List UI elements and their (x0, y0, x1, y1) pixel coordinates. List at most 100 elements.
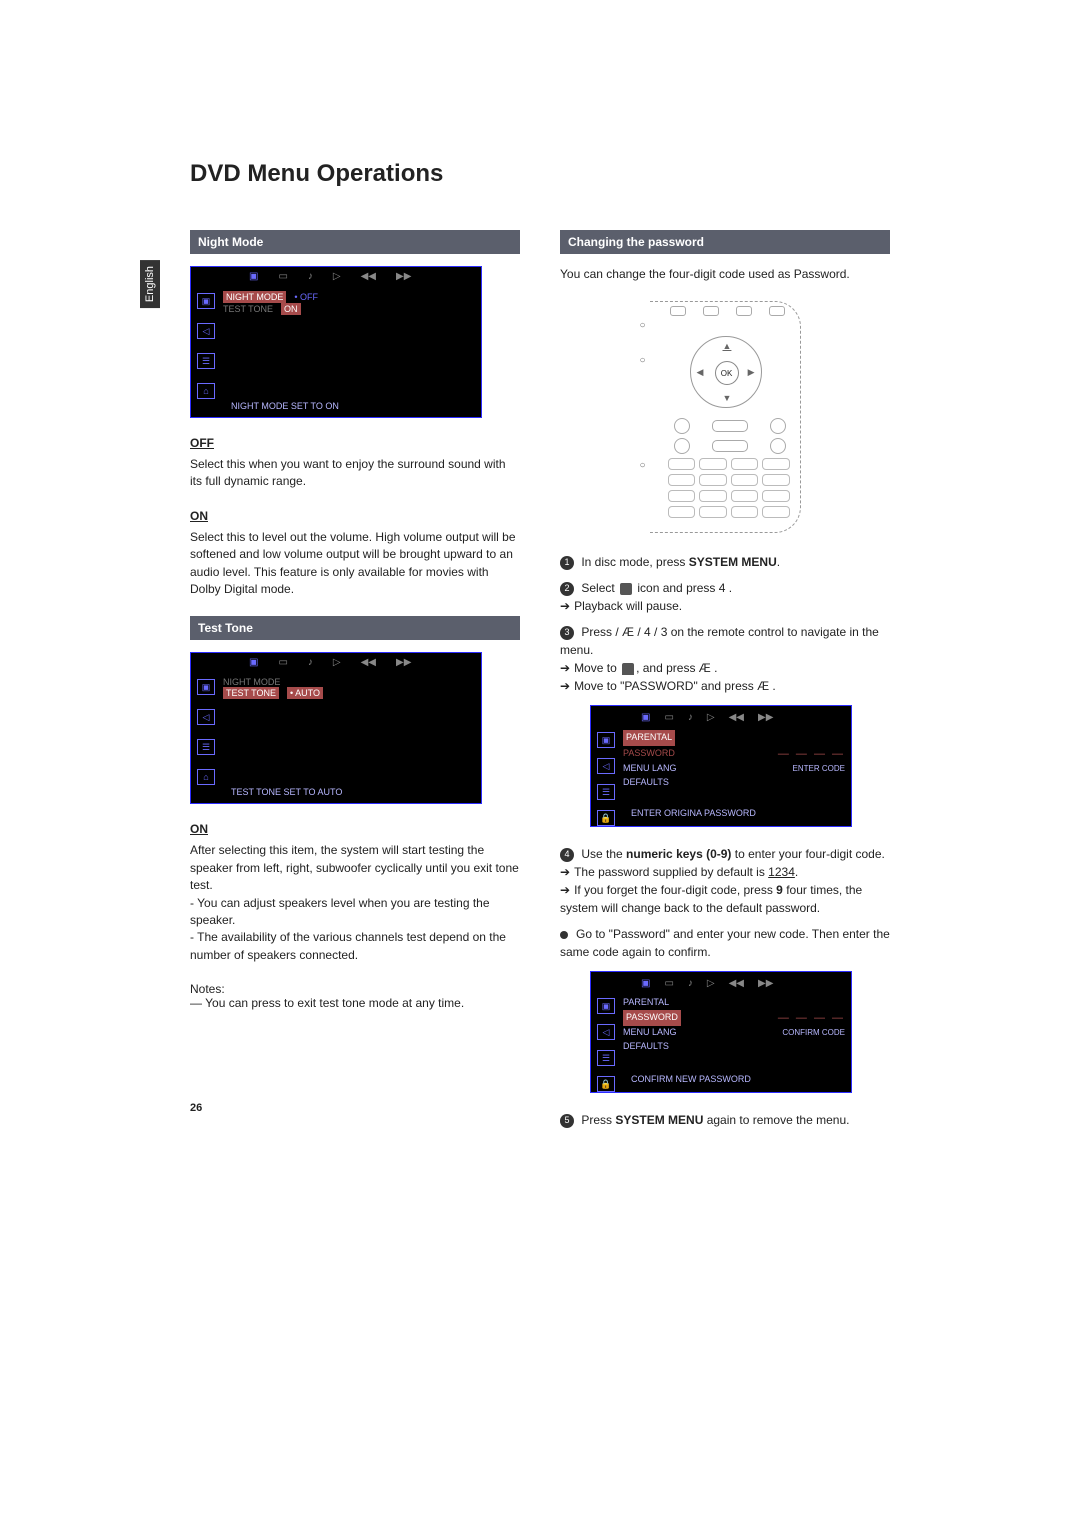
play-icon: ▷ (707, 710, 715, 724)
play-icon: ▷ (333, 657, 341, 671)
person-icon: ▣ (249, 657, 258, 671)
osd-side-icons: ▣ ◁ ☰ ⌂ (197, 293, 217, 399)
rewind-icon: ◀◀ (729, 710, 744, 724)
arrow-icon: ➔ (560, 677, 570, 695)
side-icon-1: ▣ (597, 732, 615, 748)
bullet-icon (560, 931, 568, 939)
arrow-right-icon: ▶ (748, 367, 755, 378)
person-icon: ▣ (249, 271, 258, 285)
columns: Night Mode ▣ ▭ ♪ ▷ ◀◀ ▶▶ ▣ ◁ ☰ ⌂ (190, 224, 890, 1137)
step-5: 5 Press SYSTEM MENU again to remove the … (560, 1111, 890, 1129)
side-icon-4: ⌂ (197, 383, 215, 399)
lock-icon: 🔒 (597, 810, 615, 826)
forward-icon: ▶▶ (396, 271, 411, 285)
text-on: Select this to level out the volume. Hig… (190, 529, 520, 599)
step-1: 1 In disc mode, press SYSTEM MENU. (560, 553, 890, 571)
rewind-icon: ◀◀ (729, 976, 744, 990)
play-icon: ▷ (707, 976, 715, 990)
notes-block: Notes: — You can press to exit test tone… (190, 982, 520, 1010)
osd-test-tone: ▣ ▭ ♪ ▷ ◀◀ ▶▶ ▣ ◁ ☰ ⌂ NIGHT MODE (190, 652, 482, 804)
subhead-off: OFF (190, 436, 520, 450)
osd-status-night: NIGHT MODE SET TO ON (231, 401, 339, 411)
forward-icon: ▶▶ (758, 976, 773, 990)
remote-top-buttons (670, 306, 786, 316)
rewind-icon: ◀◀ (361, 657, 376, 671)
side-icon-1: ▣ (597, 998, 615, 1014)
osd-confirm-password: ▣ ▭ ♪ ▷ ◀◀ ▶▶ ▣ ◁ ☰ 🔒 PARENTAL (590, 971, 852, 1093)
osd-item-night: NIGHT MODE (223, 291, 286, 303)
side-icon-3: ☰ (197, 353, 215, 369)
play-icon: ▷ (333, 271, 341, 285)
person-icon (620, 583, 632, 595)
remote-button-grid (668, 458, 790, 524)
osd-item-night: NIGHT MODE (223, 677, 280, 687)
step-badge-5: 5 (560, 1114, 574, 1128)
forward-icon: ▶▶ (758, 710, 773, 724)
intro-text: You can change the four-digit code used … (560, 266, 890, 283)
osd-night-mode: ▣ ▭ ♪ ▷ ◀◀ ▶▶ ▣ ◁ ☰ ⌂ NIGHT MODE • OFF (190, 266, 482, 418)
section-bar-night-mode: Night Mode (190, 230, 520, 254)
screen-icon: ▭ (278, 271, 287, 285)
osd-enter-password: ▣ ▭ ♪ ▷ ◀◀ ▶▶ ▣ ◁ ☰ 🔒 PARENTAL (590, 705, 852, 827)
left-column: Night Mode ▣ ▭ ♪ ▷ ◀◀ ▶▶ ▣ ◁ ☰ ⌂ (190, 224, 520, 1137)
step-3: 3 Press / Æ / 4 / 3 on the remote contro… (560, 623, 890, 695)
step-bullet: Go to "Password" and enter your new code… (560, 925, 890, 961)
osd-tab-row: ▣ ▭ ♪ ▷ ◀◀ ▶▶ (249, 657, 475, 671)
section-bar-test-tone: Test Tone (190, 616, 520, 640)
language-tab: English (140, 260, 160, 308)
side-icon-1: ▣ (197, 293, 215, 309)
lock-icon (622, 663, 634, 675)
remote-mid-row-2 (674, 438, 786, 454)
arrow-icon: ➔ (560, 863, 570, 881)
music-icon: ♪ (688, 976, 693, 990)
page-title: DVD Menu Operations (190, 160, 890, 188)
right-column: Changing the password You can change the… (560, 224, 890, 1137)
arrow-icon: ➔ (560, 881, 570, 899)
subhead-on: ON (190, 509, 520, 523)
notes-text: — You can press to exit test tone mode a… (190, 996, 464, 1010)
remote-dpad: OK ▲ ▼ ◀ ▶ (690, 336, 762, 408)
arrow-icon: ➔ (560, 659, 570, 677)
side-icon-2: ◁ (197, 323, 215, 339)
section-bar-password: Changing the password (560, 230, 890, 254)
side-icon-1: ▣ (197, 679, 215, 695)
page-number: 26 (190, 1102, 520, 1114)
osd-item-test: TEST TONE (223, 304, 273, 314)
remote-illustration: ○○○ OK ▲ ▼ ◀ ▶ (560, 301, 890, 533)
osd-opt-off: • OFF (294, 292, 318, 302)
side-icon-3: ☰ (597, 1050, 615, 1066)
osd-opt-auto: • AUTO (287, 687, 323, 699)
screen-icon: ▭ (664, 976, 673, 990)
arrow-left-icon: ◀ (697, 367, 704, 378)
lock-icon: 🔒 (597, 1076, 615, 1092)
osd-inner: NIGHT MODE • OFF TEST TONE ON (223, 291, 475, 315)
screen-icon: ▭ (664, 710, 673, 724)
music-icon: ♪ (308, 657, 313, 671)
osd-opt-on: ON (281, 303, 301, 315)
side-icon-2: ◁ (597, 1024, 615, 1040)
steps: 1 In disc mode, press SYSTEM MENU. 2 Sel… (560, 553, 890, 1129)
osd-inner: NIGHT MODE TEST TONE • AUTO (223, 677, 475, 699)
step-badge-4: 4 (560, 848, 574, 862)
step-badge-3: 3 (560, 626, 574, 640)
side-icon-4: ⌂ (197, 769, 215, 785)
step-badge-1: 1 (560, 556, 574, 570)
osd-item-test: TEST TONE (223, 687, 279, 699)
step-2: 2 Select icon and press 4 . ➔Playback wi… (560, 579, 890, 615)
step-4: 4 Use the numeric keys (0-9) to enter yo… (560, 845, 890, 917)
osd-status-test: TEST TONE SET TO AUTO (231, 787, 342, 797)
step-badge-2: 2 (560, 582, 574, 596)
side-icon-2: ◁ (597, 758, 615, 774)
osd-tab-row: ▣ ▭ ♪ ▷ ◀◀ ▶▶ (249, 271, 475, 285)
page: English DVD Menu Operations Night Mode ▣… (190, 0, 890, 1257)
notes-label: Notes: (190, 982, 225, 996)
remote-mid-row (674, 418, 786, 434)
person-icon: ▣ (641, 710, 650, 724)
music-icon: ♪ (308, 271, 313, 285)
text-off: Select this when you want to enjoy the s… (190, 456, 520, 491)
osd-side-icons: ▣ ◁ ☰ ⌂ (197, 679, 217, 785)
rewind-icon: ◀◀ (361, 271, 376, 285)
text-on-test: After selecting this item, the system wi… (190, 842, 520, 964)
music-icon: ♪ (688, 710, 693, 724)
forward-icon: ▶▶ (396, 657, 411, 671)
